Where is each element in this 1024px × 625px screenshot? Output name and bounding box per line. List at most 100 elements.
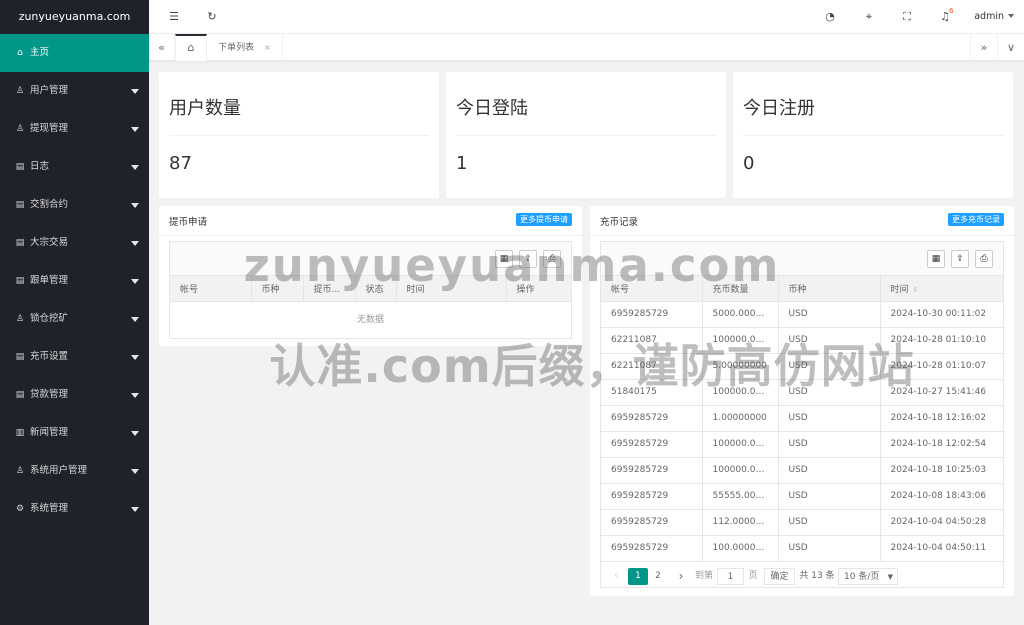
stat-value: 1 xyxy=(456,153,468,174)
columns-icon[interactable]: ▦ xyxy=(927,250,945,268)
table-cell: 51840175 xyxy=(601,378,703,406)
sidebar-item[interactable]: ⚙ 系统管理 xyxy=(0,490,149,528)
column-header: 帐号 xyxy=(170,276,252,302)
sidebar-item[interactable]: ▤ 大宗交易 xyxy=(0,224,149,262)
table-cell: 100000.00... xyxy=(701,456,779,484)
tabs-prev-icon[interactable]: « xyxy=(149,34,175,61)
stat-title: 今日登陆 xyxy=(456,98,528,119)
table-cell: USD xyxy=(777,326,881,354)
print-icon[interactable]: ⎙ xyxy=(975,250,993,268)
export-icon[interactable]: ⇪ xyxy=(519,250,537,268)
table-row: 62211087 5.00000000 USD 2024-10-28 01:10:07 xyxy=(601,352,1003,380)
sidebar-item-label: 提现管理 xyxy=(30,123,69,134)
column-header: 帐号 xyxy=(601,276,703,302)
sidebar-item-label: 用户管理 xyxy=(30,85,69,96)
logo[interactable]: zunyueyuanma.com xyxy=(0,0,149,34)
table-cell: 2024-10-18 10:25:03 xyxy=(879,456,1003,484)
prev-page-icon[interactable]: ‹ xyxy=(609,568,623,585)
sort-icon[interactable]: ⇕ xyxy=(913,286,919,294)
column-header-label: 币种 xyxy=(788,284,807,295)
column-header-label: 时间 xyxy=(890,284,909,295)
goto-label: 到第 xyxy=(694,571,713,581)
withdraw-grid: 帐号 币种 提币... 状态 时间 操作 xyxy=(170,276,571,302)
table-cell: 62211087 xyxy=(601,326,703,354)
stat-card-logins: 今日登陆 1 xyxy=(446,72,726,198)
sidebar-item-label: 大宗交易 xyxy=(30,237,69,248)
columns-icon[interactable]: ▦ xyxy=(495,250,513,268)
export-icon[interactable]: ⇪ xyxy=(951,250,969,268)
tabs-next-icon[interactable]: » xyxy=(970,34,997,61)
tab-label: 下单列表 xyxy=(218,43,255,53)
sidebar-item[interactable]: ▥ 新闻管理 xyxy=(0,414,149,452)
total-count: 共 13 条 xyxy=(799,571,835,581)
table-row: 6959285729 5000.0000... USD 2024-10-30 00:1… xyxy=(601,300,1003,328)
table-cell: 62211087 xyxy=(601,352,703,380)
goto-page-input[interactable]: 1 xyxy=(717,568,744,585)
refresh-icon[interactable]: ↻ xyxy=(199,0,225,34)
sidebar-item[interactable]: ♙ 提现管理 xyxy=(0,110,149,148)
sidebar-item[interactable]: ▤ 交割合约 xyxy=(0,186,149,224)
table-cell: 2024-10-30 00:11:02 xyxy=(879,300,1003,328)
tag-icon[interactable]: ⌖ xyxy=(856,0,882,34)
divider xyxy=(169,135,429,136)
column-header[interactable]: 时间 ⇕ xyxy=(879,276,1003,302)
notification-button[interactable]: ♫ 6 xyxy=(932,0,958,34)
table-cell: USD xyxy=(777,300,881,328)
sidebar-item[interactable]: ▤ 日志 xyxy=(0,148,149,186)
table-cell: 2024-10-08 18:43:06 xyxy=(879,482,1003,510)
sidebar-item-label: 系统管理 xyxy=(30,503,69,514)
tabs-dropdown-icon[interactable]: ∨ xyxy=(997,34,1024,61)
table-row: 6959285729 55555.000... USD 2024-10-08 18:4… xyxy=(601,482,1003,510)
table-cell: 5.00000000 xyxy=(701,352,779,380)
sidebar-item[interactable]: ♙ 用户管理 xyxy=(0,72,149,110)
caret-down-icon xyxy=(131,127,139,132)
file-icon: ▤ xyxy=(15,276,25,286)
table-cell: USD xyxy=(777,482,881,510)
column-header-label: 充币数量 xyxy=(712,284,749,295)
withdraw-table: ▦ ⇪ ⎙ 帐号 币种 提币... 状态 时间 操作 无数据 xyxy=(169,241,572,339)
table-row: 51840175 100000.00... USD 2024-10-27 15:41:… xyxy=(601,378,1003,406)
table-row: 6959285729 100.00000... USD 2024-10-04 04:5… xyxy=(601,534,1003,562)
close-icon[interactable]: × xyxy=(264,43,271,52)
theme-icon[interactable]: ◔ xyxy=(817,0,843,34)
user-menu[interactable]: admin xyxy=(968,0,1024,34)
home-icon: ⌂ xyxy=(187,41,195,54)
stat-value: 0 xyxy=(743,153,755,174)
next-page-icon[interactable]: › xyxy=(674,568,688,585)
sidebar-item[interactable]: ▤ 充币设置 xyxy=(0,338,149,376)
page-size-select[interactable]: 10 条/页 ▼ xyxy=(838,568,898,585)
print-icon[interactable]: ⎙ xyxy=(543,250,561,268)
sidebar: zunyueyuanma.com ⌂ 主页 ♙ 用户管理 ♙ 提现管理 ▤ 日志 ▤ 交割合约 ▤ 大… xyxy=(0,0,149,625)
file-icon: ▤ xyxy=(15,162,25,172)
sidebar-item-label: 交割合约 xyxy=(30,199,69,210)
sidebar-item[interactable]: ▤ 贷款管理 xyxy=(0,376,149,414)
table-cell: 2024-10-04 04:50:11 xyxy=(879,534,1003,562)
column-header: 币种 xyxy=(777,276,881,302)
table-row: 6959285729 112.00000... USD 2024-10-04 04:5… xyxy=(601,508,1003,536)
table-toolbar: ▦ ⇪ ⎙ xyxy=(601,242,1003,276)
page-button-2[interactable]: 2 xyxy=(650,568,666,585)
tab-order-list[interactable]: 下单列表 × xyxy=(207,34,283,61)
sidebar-item[interactable]: ▤ 跟单管理 xyxy=(0,262,149,300)
sidebar-item[interactable]: ♙ 系统用户管理 xyxy=(0,452,149,490)
stat-title: 今日注册 xyxy=(743,98,815,119)
pagination: ‹ 1 2 › 到第 1 页 确定 共 13 条 10 条/页 ▼ xyxy=(601,562,1003,590)
tab-home[interactable]: ⌂ xyxy=(175,34,207,61)
table-cell: 1.00000000 xyxy=(701,404,779,432)
confirm-button[interactable]: 确定 xyxy=(764,568,795,585)
sidebar-item[interactable]: ⌂ 主页 xyxy=(0,34,149,72)
stat-title: 用户数量 xyxy=(169,98,241,119)
top-header: ☰ ↻ ◔ ⌖ ⛶ ♫ 6 admin xyxy=(149,0,1024,34)
page-button-1[interactable]: 1 xyxy=(628,568,648,585)
page-size-value: 10 条/页 xyxy=(844,572,880,582)
fullscreen-icon[interactable]: ⛶ xyxy=(894,0,920,34)
more-withdraw-button[interactable]: 更多提币申请 xyxy=(516,213,572,226)
table-cell: 2024-10-18 12:02:54 xyxy=(879,430,1003,458)
table-cell: 5000.0000... xyxy=(701,300,779,328)
caret-down-icon xyxy=(131,317,139,322)
sidebar-item[interactable]: ♙ 锁仓挖矿 xyxy=(0,300,149,338)
table-cell: USD xyxy=(777,508,881,536)
more-recharge-button[interactable]: 更多充币记录 xyxy=(948,213,1004,226)
menu-toggle-icon[interactable]: ☰ xyxy=(161,0,187,34)
table-row: 6959285729 100000.00... USD 2024-10-18 12:0… xyxy=(601,430,1003,458)
